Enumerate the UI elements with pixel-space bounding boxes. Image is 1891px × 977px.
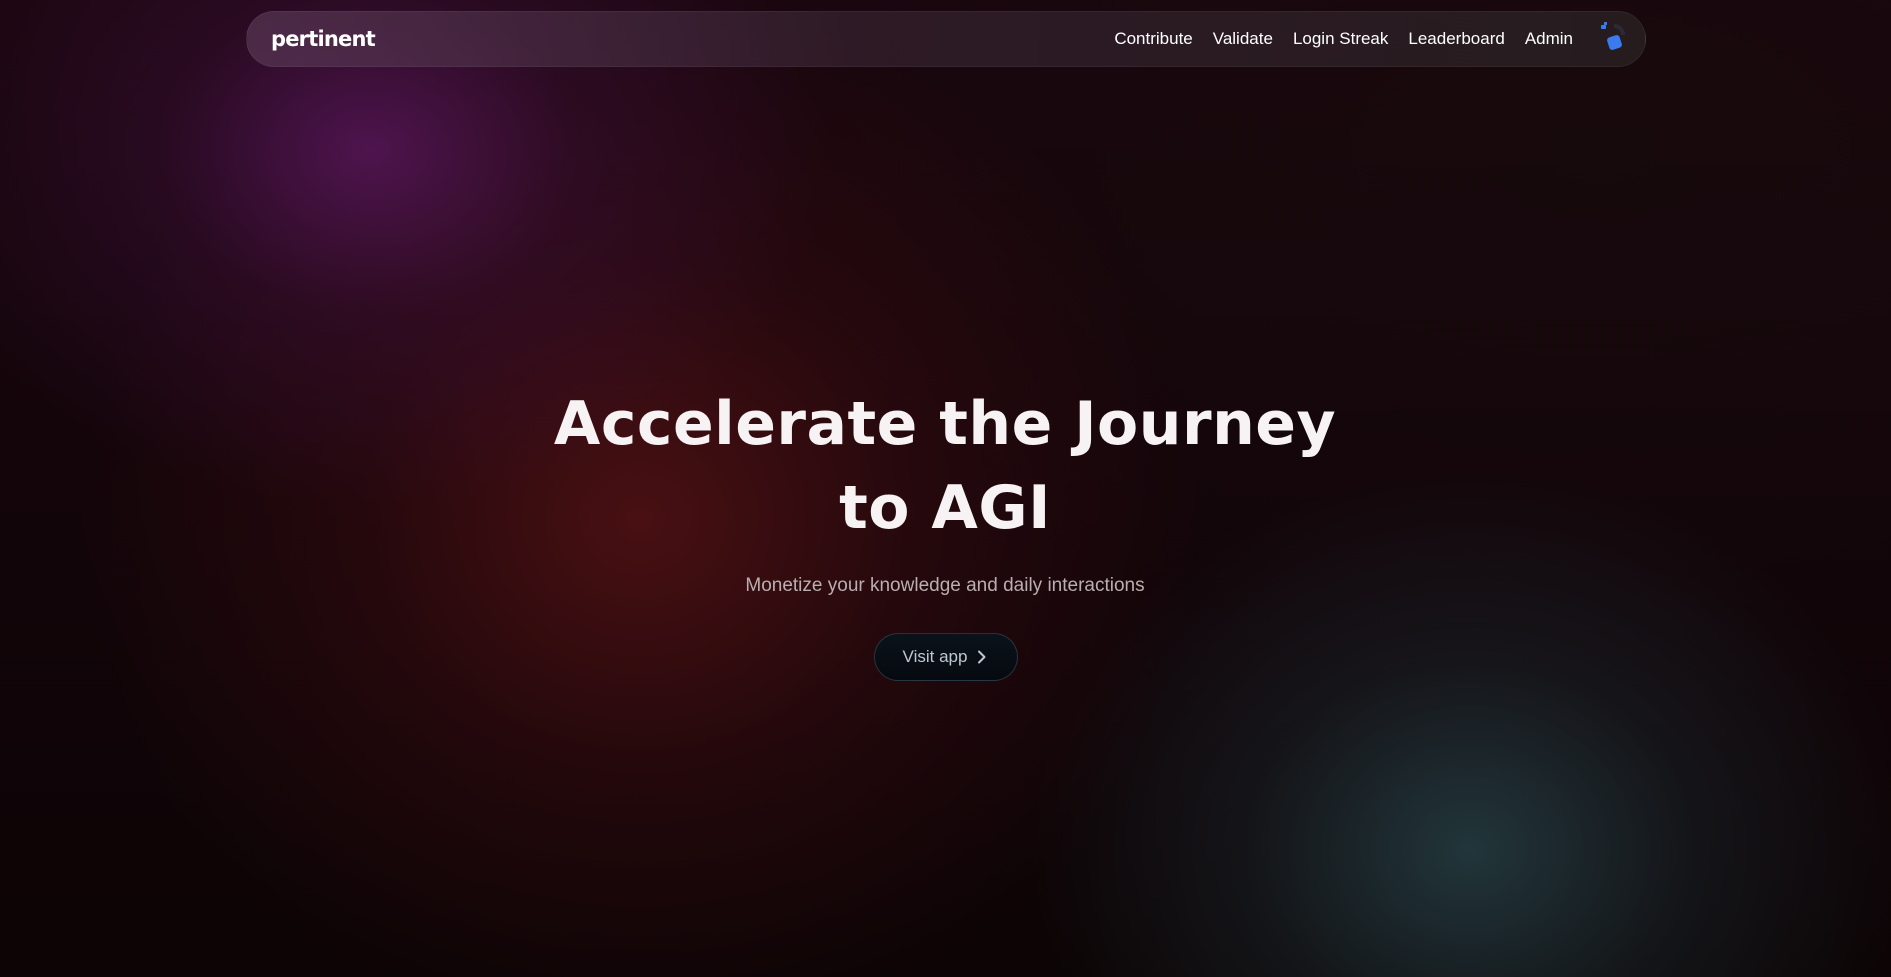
visit-app-label: Visit app	[902, 647, 968, 666]
nav-link-leaderboard[interactable]: Leaderboard	[1408, 29, 1504, 49]
nav-link-admin[interactable]: Admin	[1525, 29, 1573, 49]
hero-subtitle: Monetize your knowledge and daily intera…	[745, 575, 1145, 596]
chevron-right-icon	[975, 650, 989, 664]
nav-link-validate[interactable]: Validate	[1213, 29, 1273, 49]
nav-right-group: Contribute Validate Login Streak Leaderb…	[1114, 22, 1629, 56]
top-navbar: pertinent Contribute Validate Login Stre…	[246, 11, 1646, 67]
nav-link-login-streak[interactable]: Login Streak	[1293, 29, 1388, 49]
brand-logo[interactable]: pertinent	[271, 27, 376, 51]
visit-app-button[interactable]: Visit app	[874, 633, 1018, 681]
hero-section: Accelerate the Journey to AGI Monetize y…	[0, 0, 1891, 977]
hero-title-line-1: Accelerate the Journey	[553, 389, 1337, 459]
hero-title-line-2: to AGI	[839, 473, 1051, 543]
user-avatar-icon[interactable]	[1595, 22, 1629, 56]
avatar-graphic	[1601, 22, 1625, 50]
hero-title: Accelerate the Journey to AGI	[445, 382, 1445, 550]
nav-links: Contribute Validate Login Streak Leaderb…	[1114, 29, 1573, 49]
nav-link-contribute[interactable]: Contribute	[1114, 29, 1192, 49]
